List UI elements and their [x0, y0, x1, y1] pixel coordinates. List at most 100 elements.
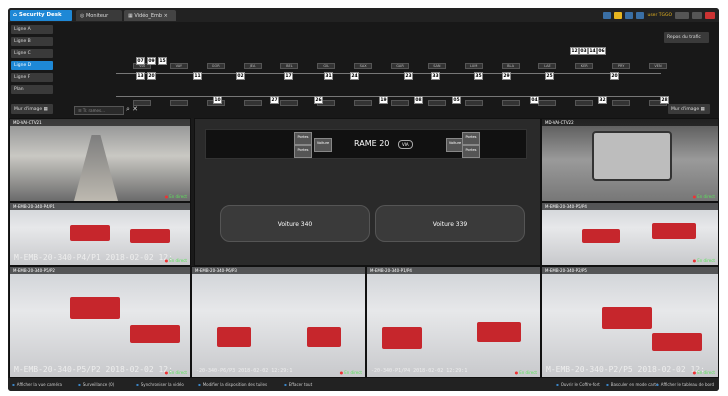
camera-tile-8[interactable]: M-EMB-20-340-P2/P5 M-EMB-20-340-P2/P5 20…: [541, 266, 719, 378]
train-14[interactable]: 14: [588, 47, 597, 55]
camera-timestamp: M-EMB-20-340-P2/P5 2018-02-02 12:: [546, 365, 705, 374]
button-label: Mur d'image: [671, 107, 700, 112]
camera-timestamp: M-EMB-20-340-P5/P2 2018-02-02 12:: [14, 365, 173, 374]
train-25[interactable]: 25: [545, 72, 554, 80]
train-11[interactable]: 11: [193, 72, 202, 80]
station-lum[interactable]: LUM: [464, 63, 483, 69]
station-vay[interactable]: VAY: [169, 63, 188, 69]
station-sax[interactable]: SAX: [354, 63, 373, 69]
train-20[interactable]: 20: [610, 72, 619, 80]
sync-video-button[interactable]: Synchroniser la vidéo: [136, 382, 184, 387]
train-search-input[interactable]: ☰ Tr. rames...: [74, 106, 124, 115]
train-32[interactable]: 32: [598, 96, 607, 104]
close-icon[interactable]: [705, 11, 715, 19]
repos-trafic-button[interactable]: Repos du trafic: [664, 32, 709, 43]
settings-icon[interactable]: [692, 11, 702, 19]
monitor-icon[interactable]: [625, 11, 634, 19]
station-bel[interactable]: BEL: [280, 63, 299, 69]
train-27[interactable]: 27: [270, 96, 279, 104]
alarm-icon[interactable]: [603, 11, 612, 19]
station-platform: [575, 100, 594, 106]
camera-tile-3[interactable]: M-EMB-20-340-P4/P1 M-EMB-20-340-P4/P1 20…: [9, 202, 191, 266]
station-jea[interactable]: JEA: [243, 63, 262, 69]
tab-video-emb[interactable]: ▦ Vidéo_Emb ×: [124, 10, 176, 21]
train-26[interactable]: 26: [314, 96, 323, 104]
train-06[interactable]: 06: [597, 47, 606, 55]
line-a-button[interactable]: Ligne A: [11, 25, 53, 34]
train-12[interactable]: 12: [570, 47, 579, 55]
tab-label: Vidéo_Emb: [134, 13, 163, 19]
camera-title: MD-VAI-CTV21: [10, 119, 190, 126]
camera-tile-4[interactable]: M-EMB-20-340-P5/P4 En direct: [541, 202, 719, 266]
train-15[interactable]: 15: [158, 57, 167, 65]
camera-tile-1[interactable]: MD-VAI-CTV21 En direct: [9, 118, 191, 202]
minimize-icon[interactable]: [675, 11, 689, 19]
station-gil[interactable]: GIL: [317, 63, 336, 69]
train-17[interactable]: 17: [284, 72, 293, 80]
camera-tile-5[interactable]: M-EMB-20-340-P5/P2 M-EMB-20-340-P5/P2 20…: [9, 266, 191, 378]
rame-header: Portes Portes Voiture RAME 20 VIA Voitur…: [205, 129, 527, 159]
line-b-button[interactable]: Ligne B: [11, 37, 53, 46]
camera-timestamp: -20-340-P1/P4 2018-02-02 12:29:1: [371, 368, 468, 374]
station-platform: [391, 100, 409, 106]
video-wall-right-button[interactable]: Mur d'image ▦: [668, 104, 710, 114]
train-23[interactable]: 23: [404, 72, 413, 80]
station-gor[interactable]: GOR: [206, 63, 225, 69]
train-19[interactable]: 19: [379, 96, 388, 104]
car-339[interactable]: Voiture 339: [375, 205, 525, 242]
train-20[interactable]: 20: [147, 72, 156, 80]
station-bla[interactable]: BLA: [501, 63, 520, 69]
train-29[interactable]: 29: [502, 72, 511, 80]
notification-icon[interactable]: [614, 11, 623, 19]
train-07[interactable]: 07: [136, 57, 145, 65]
clear-all-button[interactable]: Effacer tout: [284, 382, 312, 387]
tab-moniteur[interactable]: ◎ Moniteur: [76, 10, 122, 21]
station-lae[interactable]: LAE: [538, 63, 557, 69]
plan-button[interactable]: Plan: [11, 85, 53, 94]
camera-title: MD-VAI-CTV22: [542, 119, 718, 126]
station-gar[interactable]: GAR: [391, 63, 409, 69]
train-35[interactable]: 35: [474, 72, 483, 80]
car-340[interactable]: Voiture 340: [220, 205, 370, 242]
line-f-button[interactable]: Ligne F: [11, 73, 53, 82]
live-indicator: En direct: [165, 258, 187, 263]
train-08[interactable]: 08: [414, 96, 423, 104]
surveillance-button[interactable]: Surveillance (0): [78, 382, 114, 387]
train-31[interactable]: 31: [324, 72, 333, 80]
video-wall-left-button[interactable]: Mur d'image ▦: [11, 104, 53, 114]
train-diagram-panel: Portes Portes Voiture RAME 20 VIA Voitur…: [194, 118, 541, 266]
train-28[interactable]: 28: [660, 96, 669, 104]
search-icon[interactable]: ⌕ ✕: [126, 105, 138, 114]
train-24[interactable]: 24: [350, 72, 359, 80]
map-mode-button[interactable]: Basculer en mode carte: [606, 382, 659, 387]
line-c-button[interactable]: Ligne C: [11, 49, 53, 58]
camera-tile-6[interactable]: M-EMB-20-340-P6/P3 -20-340-P6/P3 2018-02…: [191, 266, 366, 378]
station-ven[interactable]: VEN: [649, 63, 667, 69]
station-ker[interactable]: KER: [575, 63, 594, 69]
train-02[interactable]: 02: [236, 72, 245, 80]
train-05[interactable]: 05: [452, 96, 461, 104]
camera-title: M-EMB-20-340-P5/P2: [10, 267, 190, 274]
open-vault-button[interactable]: Ouvrir le Coffre-fort: [556, 382, 600, 387]
security-desk-button[interactable]: ⌂ Security Desk: [10, 10, 72, 21]
modify-tile-layout-button[interactable]: Modifier la disposition des tuiles: [198, 382, 267, 387]
train-10[interactable]: 10: [213, 96, 222, 104]
camera-title: M-EMB-20-340-P1/P4: [367, 267, 540, 274]
user-label[interactable]: user TGGO: [647, 13, 672, 18]
volume-icon[interactable]: [636, 11, 645, 19]
train-09[interactable]: 09: [147, 57, 156, 65]
camera-tile-2[interactable]: MD-VAI-CTV22 En direct: [541, 118, 719, 202]
show-camera-view-button[interactable]: Afficher la vue caméra: [12, 382, 62, 387]
station-san[interactable]: SAN: [427, 63, 446, 69]
dashboard-button[interactable]: Afficher le tableau de bord: [656, 382, 714, 387]
line-d-button[interactable]: Ligne D: [11, 61, 53, 70]
station-pry[interactable]: PRY: [612, 63, 631, 69]
station-platform: [133, 100, 151, 106]
camera-tile-7[interactable]: M-EMB-20-340-P1/P4 -20-340-P1/P4 2018-02…: [366, 266, 541, 378]
train-13[interactable]: 13: [136, 72, 145, 80]
door-indicator: Portes: [294, 145, 312, 158]
train-04[interactable]: 04: [530, 96, 539, 104]
camera-title: M-EMB-20-340-P4/P1: [10, 203, 190, 210]
train-33[interactable]: 33: [431, 72, 440, 80]
train-03[interactable]: 03: [579, 47, 588, 55]
